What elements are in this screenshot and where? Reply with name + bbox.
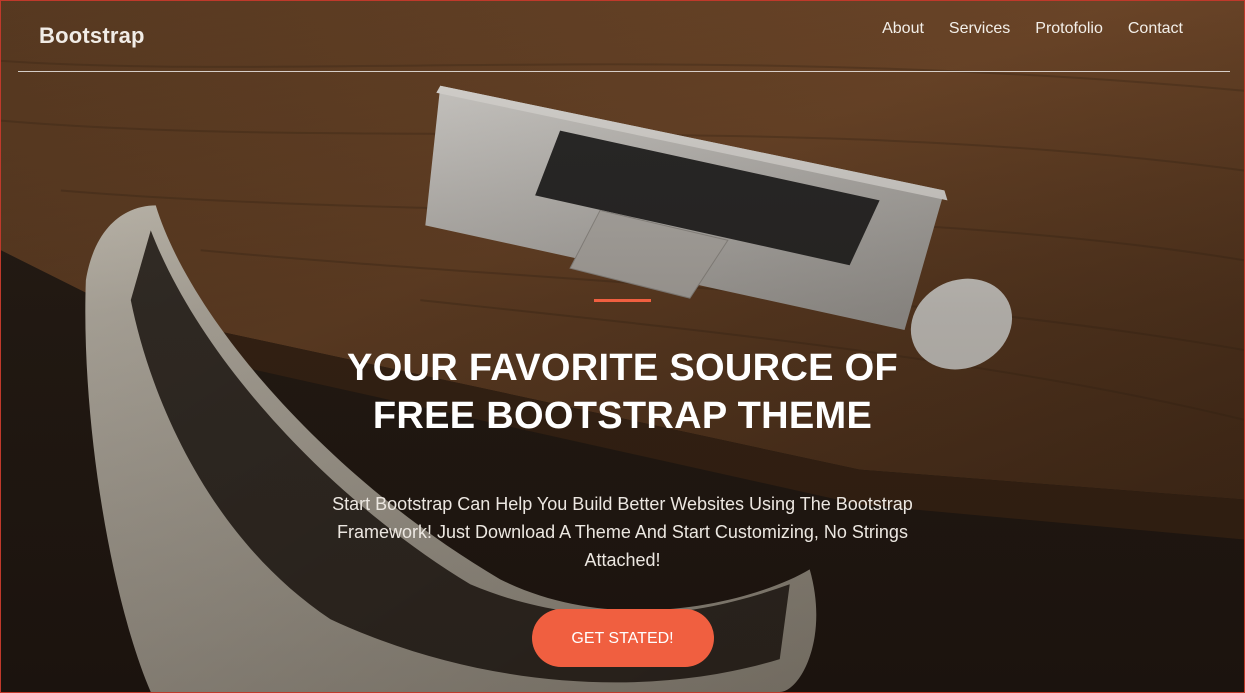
get-started-button[interactable]: GET STATED! bbox=[531, 609, 714, 667]
nav-link-portfolio[interactable]: Protofolio bbox=[1035, 20, 1103, 38]
hero-subtext: Start Bootstrap Can Help You Build Bette… bbox=[332, 494, 913, 570]
brand-logo[interactable]: Bootstrap bbox=[39, 23, 145, 49]
hero-section: Bootstrap About Services Protofolio Cont… bbox=[0, 0, 1245, 693]
nav-link-services[interactable]: Services bbox=[949, 20, 1010, 38]
nav-link-about[interactable]: About bbox=[882, 20, 924, 38]
nav-link-contact[interactable]: Contact bbox=[1128, 20, 1183, 38]
hero-content: YOUR FAVORITE SOURCE OF FREE BOOTSTRAP T… bbox=[1, 299, 1244, 667]
navbar: Bootstrap About Services Protofolio Cont… bbox=[18, 1, 1230, 72]
nav-links: About Services Protofolio Contact bbox=[882, 20, 1183, 38]
hero-headline: YOUR FAVORITE SOURCE OF FREE BOOTSTRAP T… bbox=[347, 347, 898, 437]
accent-divider bbox=[594, 299, 651, 302]
